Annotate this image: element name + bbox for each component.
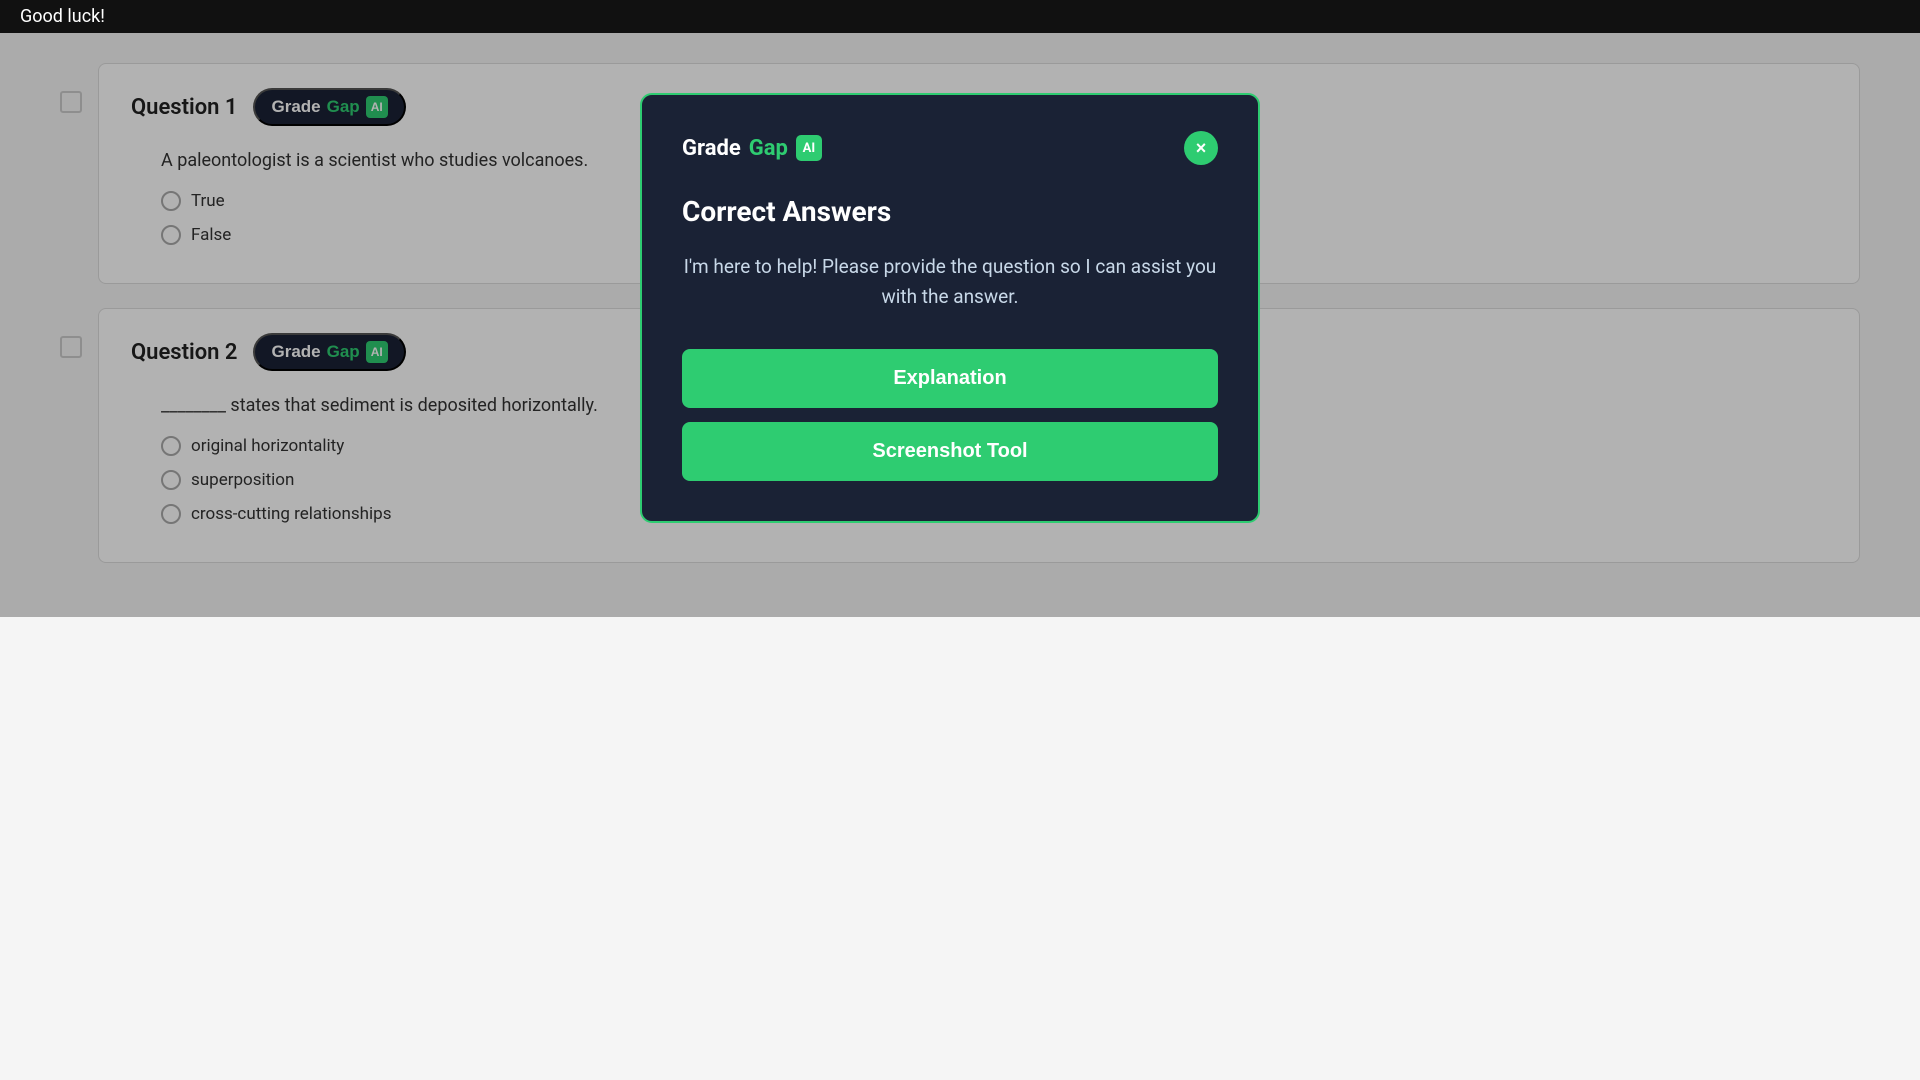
modal-body-text: I'm here to help! Please provide the que… [682,252,1218,313]
screenshot-tool-button[interactable]: Screenshot Tool [682,422,1218,481]
modal-close-button[interactable]: × [1184,131,1218,165]
explanation-label: Explanation [893,367,1006,389]
modal-logo-grade: Grade [682,136,741,161]
modal-logo: Grade Gap AI [682,135,822,161]
top-bar: Good luck! [0,0,1920,33]
modal-title: Correct Answers [682,195,1218,228]
explanation-button[interactable]: Explanation [682,349,1218,408]
close-icon: × [1196,138,1207,159]
screenshot-tool-label: Screenshot Tool [872,440,1027,462]
top-bar-text: Good luck! [20,6,105,27]
modal-logo-icon: AI [796,135,822,161]
modal-logo-gap: Gap [749,136,788,161]
gradegap-modal: Grade Gap AI × Correct Answers I'm here t… [640,93,1260,523]
